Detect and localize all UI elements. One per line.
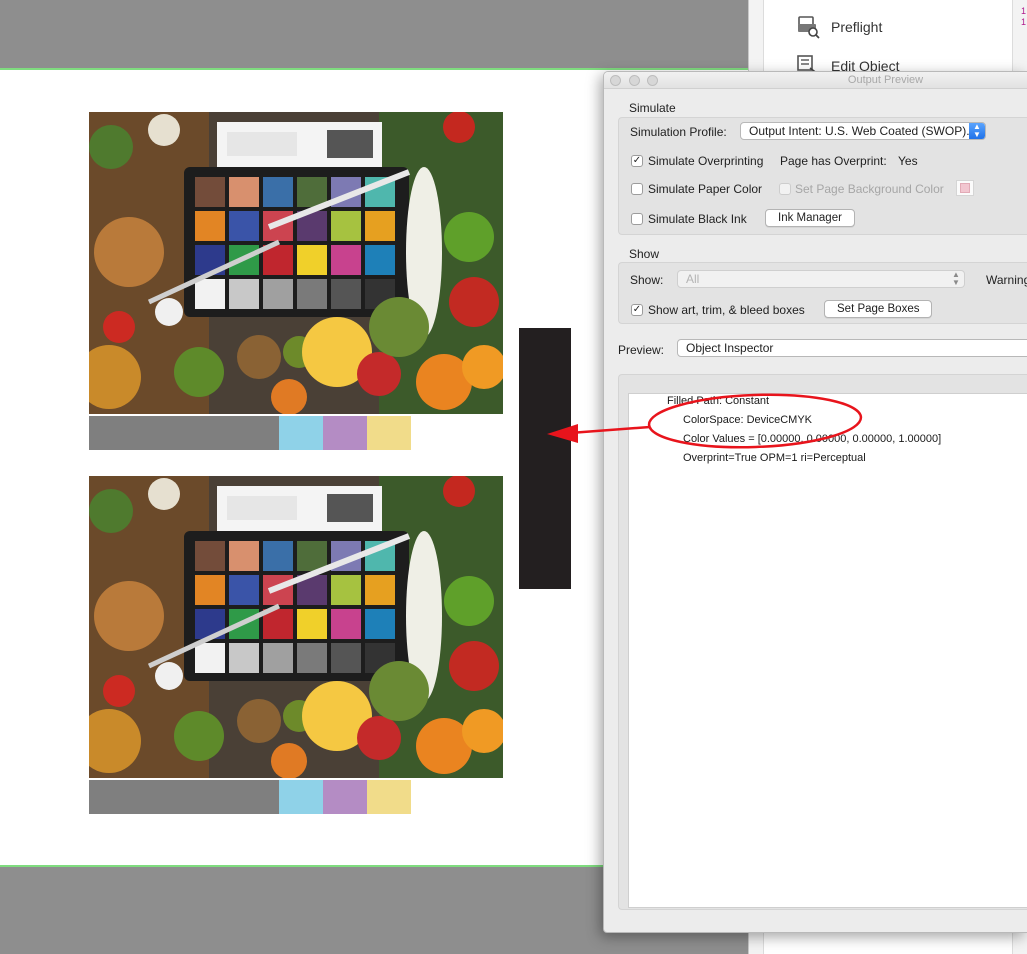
strip-cyan xyxy=(279,416,323,450)
ink-manager-button[interactable]: Ink Manager xyxy=(765,209,855,227)
window-titlebar[interactable]: Output Preview xyxy=(604,72,1027,89)
warning-label: Warning xyxy=(986,273,1027,287)
show-label: Show: xyxy=(630,273,664,287)
show-select[interactable]: All ▲ ▼ xyxy=(677,270,965,288)
color-strip-top xyxy=(89,416,411,450)
color-checker-photo xyxy=(89,112,503,414)
page-has-overprint-label: Page has Overprint: xyxy=(780,154,887,168)
show-value: All xyxy=(686,272,700,286)
show-group: Show: All ▲ ▼ Warning ✓ Show art, trim, &… xyxy=(618,262,1027,324)
simulation-profile-label: Simulation Profile: xyxy=(630,125,727,139)
simulate-paper-color-checkbox[interactable] xyxy=(631,183,643,195)
inspector-overprint: Overprint=True OPM=1 ri=Perceptual xyxy=(683,452,866,464)
set-page-background-label: Set Page Background Color xyxy=(795,182,944,196)
object-inspector-panel: Filled Path: Constant ColorSpace: Device… xyxy=(618,374,1027,910)
strip-yellow xyxy=(367,416,411,450)
simulation-profile-select[interactable]: Output Intent: U.S. Web Coated (SWOP)...… xyxy=(740,122,986,140)
simulate-overprinting-label: Simulate Overprinting xyxy=(648,154,764,168)
tool-preflight[interactable]: Preflight xyxy=(796,15,882,39)
page-has-overprint-value: Yes xyxy=(898,154,918,168)
edge-marks: 1 1 xyxy=(1021,6,1027,27)
inspector-colorspace: ColorSpace: DeviceCMYK xyxy=(683,414,812,426)
strip-grey xyxy=(89,416,279,450)
show-group-label: Show xyxy=(629,247,660,261)
show-boxes-label: Show art, trim, & bleed boxes xyxy=(648,303,805,317)
simulate-black-ink-label: Simulate Black Ink xyxy=(648,212,747,226)
simulate-group-label: Simulate xyxy=(629,101,676,115)
strip-magenta xyxy=(323,416,367,450)
window-title: Output Preview xyxy=(847,74,924,86)
preview-select[interactable]: Object Inspector xyxy=(677,339,1027,357)
set-page-background-checkbox[interactable] xyxy=(779,183,791,195)
preflight-icon xyxy=(798,16,820,39)
inspector-color-values: Color Values = [0.00000, 0.00000, 0.0000… xyxy=(683,433,942,445)
strip-cyan xyxy=(279,780,323,814)
tool-label-preflight: Preflight xyxy=(831,19,883,35)
color-checker-photo-overprint xyxy=(89,476,503,778)
object-inspector-content[interactable]: Filled Path: Constant ColorSpace: Device… xyxy=(628,393,1027,908)
strip-magenta xyxy=(323,780,367,814)
simulate-black-ink-checkbox[interactable] xyxy=(631,213,643,225)
strip-yellow xyxy=(367,780,411,814)
inspector-object-type: Filled Path: Constant xyxy=(667,395,770,407)
output-preview-window: Output Preview Simulate Simulation Profi… xyxy=(603,71,1027,933)
color-strip-bottom xyxy=(89,780,411,814)
simulate-group: Simulation Profile: Output Intent: U.S. … xyxy=(618,117,1027,235)
show-boxes-checkbox[interactable]: ✓ xyxy=(631,304,643,316)
black-overprint-bar[interactable] xyxy=(519,328,571,589)
preview-label: Preview: xyxy=(618,343,665,357)
simulate-paper-color-label: Simulate Paper Color xyxy=(648,182,763,196)
strip-grey xyxy=(89,780,279,814)
stepper-icon: ▲ ▼ xyxy=(952,270,960,287)
background-color-swatch[interactable] xyxy=(956,180,974,196)
set-page-boxes-button[interactable]: Set Page Boxes xyxy=(824,300,933,318)
preview-value: Object Inspector xyxy=(686,341,774,355)
simulation-profile-value: Output Intent: U.S. Web Coated (SWOP)... xyxy=(749,124,977,138)
simulate-overprinting-checkbox[interactable]: ✓ xyxy=(631,155,643,167)
stepper-icon: ▲ ▼ xyxy=(969,123,985,139)
